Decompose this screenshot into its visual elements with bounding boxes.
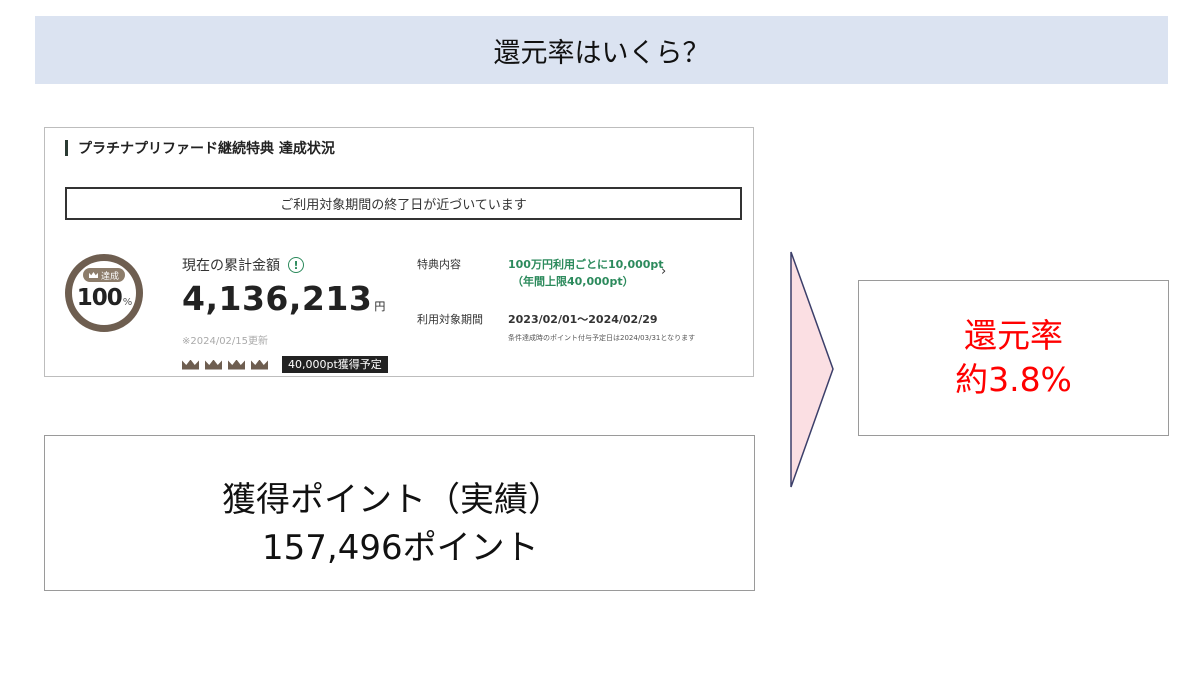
achieved-tag-label: 達成 xyxy=(100,271,119,282)
achieved-tag: 達成 xyxy=(83,268,125,282)
currency-unit: 円 xyxy=(374,300,386,313)
percent-value: 100 xyxy=(76,285,123,311)
crown-icon xyxy=(205,359,222,370)
earned-points-value: 157,496ポイント xyxy=(262,528,539,568)
earned-points-box: 獲得ポイント（実績） 157,496ポイント xyxy=(44,435,755,591)
return-rate-box: 還元率 約3.8% xyxy=(858,280,1169,436)
achievement-percent: 100% xyxy=(72,285,136,311)
slide-title: 還元率はいくら？ xyxy=(35,16,1168,84)
benefit-link[interactable]: 100万円利用ごとに10,000pt （年間上限40,000pt） xyxy=(508,256,664,290)
right-arrow-icon xyxy=(790,251,834,488)
card-title: プラチナプリファード継続特典 達成状況 xyxy=(65,138,335,158)
card-title-text: プラチナプリファード継続特典 達成状況 xyxy=(78,141,335,157)
earned-points-label: 獲得ポイント（実績） xyxy=(222,480,562,520)
achievement-badge: 達成 100% xyxy=(65,254,143,332)
cumulative-amount: 4,136,213 円 xyxy=(182,279,386,318)
crown-icon xyxy=(228,359,245,370)
achievement-status-card: プラチナプリファード継続特典 達成状況 ご利用対象期間の終了日が近づいています … xyxy=(44,127,754,377)
return-rate-label: 還元率 xyxy=(964,316,1063,355)
title-accent-bar xyxy=(65,140,68,156)
period-value: 2023/02/01〜2024/02/29 xyxy=(508,313,658,326)
benefit-label: 特典内容 xyxy=(417,258,461,271)
deadline-notice: ご利用対象期間の終了日が近づいています xyxy=(65,187,742,220)
info-icon[interactable]: ! xyxy=(288,257,304,273)
scheduled-points-tag: 40,000pt獲得予定 xyxy=(282,356,388,373)
cumulative-amount-label: 現在の累計金額 ! xyxy=(182,255,304,275)
period-note: 条件達成時のポイント付与予定日は2024/03/31となります xyxy=(508,334,696,342)
benefit-line-1: 100万円利用ごとに10,000pt xyxy=(508,258,664,271)
percent-sign: % xyxy=(122,297,132,308)
period-label: 利用対象期間 xyxy=(417,313,483,326)
return-rate-value: 約3.8% xyxy=(955,360,1072,399)
cumulative-amount-label-text: 現在の累計金額 xyxy=(182,258,280,274)
crown-icon xyxy=(88,272,98,278)
benefit-line-2: （年間上限40,000pt） xyxy=(512,275,634,288)
cumulative-amount-value: 4,136,213 xyxy=(182,279,373,318)
chevron-right-icon[interactable]: › xyxy=(661,264,666,279)
crown-icon xyxy=(251,359,268,370)
crown-icon xyxy=(182,359,199,370)
updated-date: ※2024/02/15更新 xyxy=(182,336,269,347)
crown-row: 40,000pt獲得予定 xyxy=(182,356,388,373)
